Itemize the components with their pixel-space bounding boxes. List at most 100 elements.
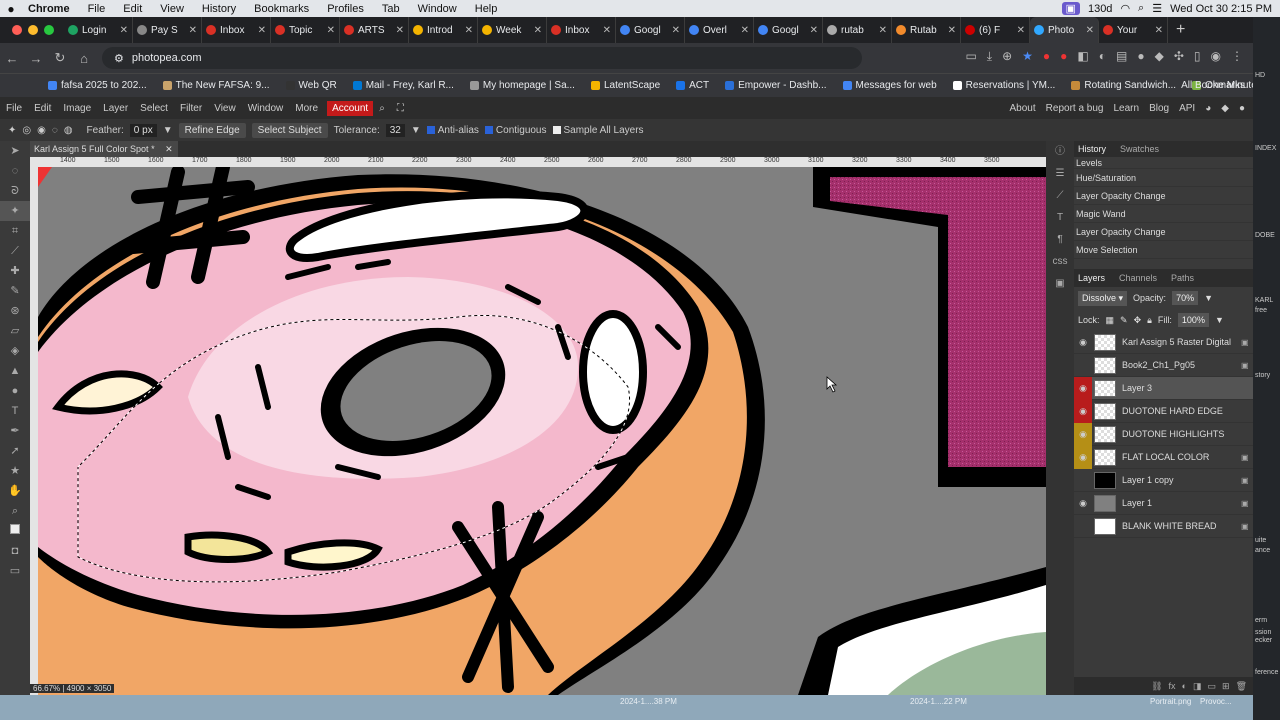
- visibility-eye-icon[interactable]: ◉: [1074, 376, 1092, 400]
- path-select-tool-icon[interactable]: ➚: [0, 441, 30, 461]
- browser-tab[interactable]: Pay S ✕: [133, 17, 202, 43]
- menu-window[interactable]: Window: [409, 3, 466, 15]
- forward-icon[interactable]: →: [24, 51, 48, 66]
- learn-link[interactable]: Learn: [1113, 103, 1139, 114]
- close-window-button[interactable]: [12, 25, 22, 35]
- desktop-file-label[interactable]: ssion: [1255, 629, 1271, 636]
- lasso-tool-icon[interactable]: ᘐ: [0, 181, 30, 201]
- report-bug-link[interactable]: Report a bug: [1046, 103, 1104, 114]
- pp-menu-image[interactable]: Image: [57, 103, 97, 114]
- desktop-file-label[interactable]: 2024-1....22 PM: [910, 697, 967, 706]
- extension-icon[interactable]: ◐: [1099, 49, 1106, 64]
- browser-tab[interactable]: (6) F ✕: [961, 17, 1030, 43]
- control-center-icon[interactable]: ☰: [1152, 2, 1162, 15]
- browser-tab[interactable]: ARTS ✕: [340, 17, 409, 43]
- menu-tab[interactable]: Tab: [373, 3, 409, 15]
- twitter-icon[interactable]: ◆: [1221, 103, 1229, 114]
- bookmark-item[interactable]: Messages for web: [835, 80, 945, 91]
- browser-tab[interactable]: rutab ✕: [823, 17, 892, 43]
- layer-row[interactable]: ◉ Layer 1 ▣: [1074, 492, 1253, 515]
- extension-icon[interactable]: ◧: [1077, 49, 1088, 64]
- search-icon[interactable]: ⌕: [1138, 2, 1144, 15]
- eyedropper-tool-icon[interactable]: ⟋: [0, 241, 30, 261]
- fullscreen-icon[interactable]: ⛶: [391, 103, 410, 114]
- history-item[interactable]: Layer Opacity Change: [1074, 187, 1253, 205]
- layer-row[interactable]: Book2_Ch1_Pg05 ▣: [1074, 354, 1253, 377]
- extension-icon[interactable]: ●: [1060, 49, 1067, 64]
- tab-close-icon[interactable]: ✕: [534, 25, 542, 36]
- minimize-window-button[interactable]: [28, 25, 38, 35]
- healing-tool-icon[interactable]: ✚: [0, 261, 30, 281]
- zoom-icon[interactable]: ⊕: [1002, 49, 1012, 64]
- dodge-tool-icon[interactable]: ●: [0, 381, 30, 401]
- contiguous-checkbox[interactable]: Contiguous: [484, 125, 547, 136]
- sidebar-icon[interactable]: ▯: [1194, 49, 1201, 64]
- tab-close-icon[interactable]: ✕: [741, 25, 749, 36]
- about-link[interactable]: About: [1010, 103, 1036, 114]
- api-link[interactable]: API: [1179, 103, 1195, 114]
- desktop-file-label[interactable]: ecker: [1255, 637, 1272, 644]
- selection-mode-new-icon[interactable]: ◎: [22, 125, 31, 136]
- tab-paths[interactable]: Paths: [1171, 273, 1194, 283]
- desktop-file-label[interactable]: HD: [1255, 72, 1265, 79]
- apple-icon[interactable]: ●: [0, 2, 22, 16]
- layer-style-icon[interactable]: fx: [1169, 681, 1176, 691]
- screen-record-icon[interactable]: ▣: [1061, 2, 1080, 15]
- site-info-icon[interactable]: ⚙: [114, 52, 124, 65]
- visibility-eye-icon[interactable]: ◉: [1074, 445, 1092, 469]
- paragraph-icon[interactable]: ¶: [1046, 229, 1074, 251]
- tab-layers[interactable]: Layers: [1078, 273, 1105, 283]
- browser-tab[interactable]: Inbox ✕: [202, 17, 271, 43]
- desktop-file-label[interactable]: Provoc...: [1200, 697, 1232, 706]
- layer-row[interactable]: ◉ Layer 3: [1074, 376, 1253, 400]
- bookmark-item[interactable]: Web QR: [278, 80, 345, 91]
- clock[interactable]: Wed Oct 30 2:15 PM: [1170, 3, 1272, 15]
- pp-menu-edit[interactable]: Edit: [28, 103, 57, 114]
- pp-menu-more[interactable]: More: [289, 103, 324, 114]
- tab-close-icon[interactable]: ✕: [327, 25, 335, 36]
- facebook-icon[interactable]: ●: [1239, 103, 1245, 114]
- browser-tab[interactable]: Photo ✕: [1030, 17, 1099, 43]
- sample-all-checkbox[interactable]: Sample All Layers: [552, 125, 644, 136]
- desktop-file-label[interactable]: story: [1255, 372, 1270, 379]
- browser-tab[interactable]: Login ✕: [64, 17, 133, 43]
- menu-file[interactable]: File: [79, 3, 115, 15]
- tab-close-icon[interactable]: ✕: [465, 25, 473, 36]
- account-button[interactable]: Account: [327, 100, 374, 116]
- hand-tool-icon[interactable]: ✋: [0, 481, 30, 501]
- feather-input[interactable]: 0 px: [129, 123, 157, 137]
- browser-tab[interactable]: Googl ✕: [754, 17, 823, 43]
- tolerance-input[interactable]: 32: [385, 123, 405, 137]
- character-icon[interactable]: T: [1046, 207, 1074, 229]
- anti-alias-checkbox[interactable]: Anti-alias: [426, 125, 479, 136]
- bookmark-item[interactable]: fafsa 2025 to 202...: [40, 80, 155, 91]
- tab-close-icon[interactable]: ✕: [810, 25, 818, 36]
- zoom-tool-icon[interactable]: ⌕: [0, 501, 30, 521]
- zoom-window-button[interactable]: [44, 25, 54, 35]
- tolerance-dropdown-icon[interactable]: ▼: [411, 125, 421, 136]
- history-item[interactable]: Move Selection: [1074, 241, 1253, 259]
- move-tool-icon[interactable]: ➤: [0, 141, 30, 161]
- visibility-eye-icon[interactable]: [1074, 515, 1092, 538]
- info-icon[interactable]: ⓘ: [1046, 141, 1074, 163]
- desktop-file-label[interactable]: ference: [1255, 669, 1278, 676]
- bookmark-item[interactable]: Reservations | YM...: [945, 80, 1064, 91]
- tab-close-icon[interactable]: ✕: [1155, 25, 1163, 36]
- reload-icon[interactable]: ↻: [48, 50, 72, 66]
- blur-tool-icon[interactable]: ▲: [0, 361, 30, 381]
- bookmark-item[interactable]: Empower - Dashb...: [717, 80, 834, 91]
- desktop-file-label[interactable]: KARL: [1255, 297, 1273, 304]
- home-icon[interactable]: ⌂: [72, 51, 96, 66]
- desktop-file-label[interactable]: INDEX: [1255, 145, 1276, 152]
- tab-close-icon[interactable]: ✕: [1017, 25, 1025, 36]
- layer-row[interactable]: ◉ DUOTONE HARD EDGE: [1074, 399, 1253, 423]
- tab-close-icon[interactable]: ✕: [948, 25, 956, 36]
- screen-mode-icon[interactable]: ▭: [0, 561, 30, 581]
- new-layer-icon[interactable]: ⊞: [1222, 681, 1230, 692]
- tab-close-icon[interactable]: ✕: [1086, 25, 1094, 36]
- clone-tool-icon[interactable]: ⊛: [0, 301, 30, 321]
- browser-tab[interactable]: Overl ✕: [685, 17, 754, 43]
- browser-tab[interactable]: Your ✕: [1099, 17, 1168, 43]
- image-panel-icon[interactable]: ▣: [1046, 273, 1074, 295]
- desktop-file-label[interactable]: free: [1255, 307, 1267, 314]
